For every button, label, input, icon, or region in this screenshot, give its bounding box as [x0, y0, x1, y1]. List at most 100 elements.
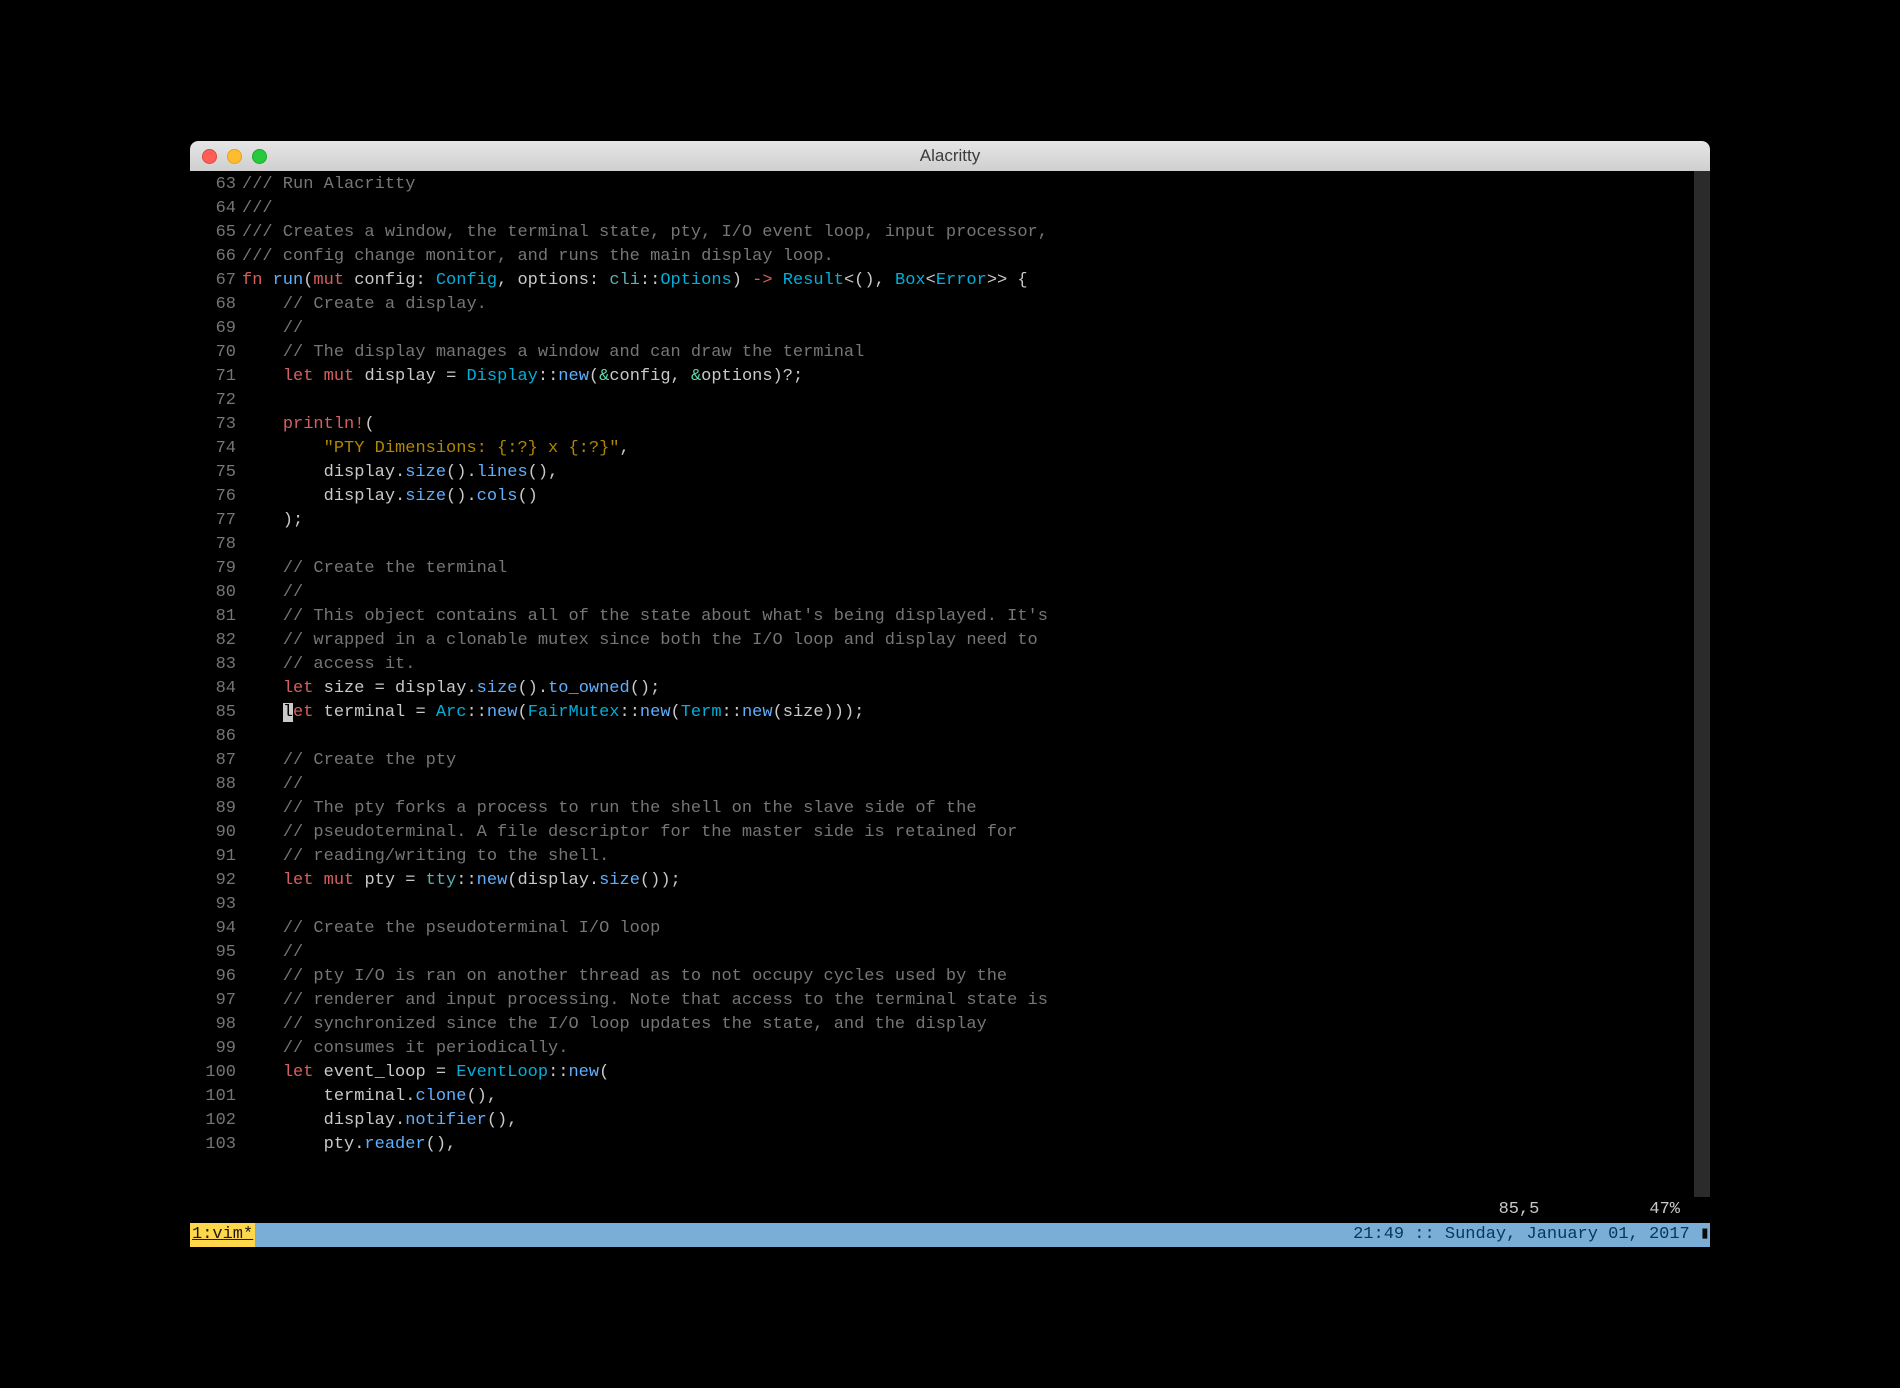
- code-line[interactable]: 86: [190, 725, 1694, 749]
- code-content[interactable]: // Create the pseudoterminal I/O loop: [242, 917, 660, 941]
- code-line[interactable]: 75 display.size().lines(),: [190, 461, 1694, 485]
- vim-statusline: 85,5 47%: [190, 1198, 1694, 1222]
- code-content[interactable]: println!(: [242, 413, 375, 437]
- code-content[interactable]: // This object contains all of the state…: [242, 605, 1048, 629]
- code-content[interactable]: //: [242, 581, 303, 605]
- line-number: 70: [190, 341, 242, 365]
- code-content[interactable]: // The display manages a window and can …: [242, 341, 864, 365]
- code-line[interactable]: 95 //: [190, 941, 1694, 965]
- code-line[interactable]: 67fn run(mut config: Config, options: cl…: [190, 269, 1694, 293]
- line-number: 72: [190, 389, 242, 413]
- code-line[interactable]: 92 let mut pty = tty::new(display.size()…: [190, 869, 1694, 893]
- close-icon[interactable]: [202, 149, 217, 164]
- line-number: 82: [190, 629, 242, 653]
- code-content[interactable]: //: [242, 773, 303, 797]
- code-line[interactable]: 103 pty.reader(),: [190, 1133, 1694, 1157]
- code-content[interactable]: pty.reader(),: [242, 1133, 456, 1157]
- code-line[interactable]: 85 let terminal = Arc::new(FairMutex::ne…: [190, 701, 1694, 725]
- code-line[interactable]: 99 // consumes it periodically.: [190, 1037, 1694, 1061]
- code-content[interactable]: let size = display.size().to_owned();: [242, 677, 660, 701]
- code-line[interactable]: 102 display.notifier(),: [190, 1109, 1694, 1133]
- code-line[interactable]: 64///: [190, 197, 1694, 221]
- code-line[interactable]: 68 // Create a display.: [190, 293, 1694, 317]
- line-number: 103: [190, 1133, 242, 1157]
- code-line[interactable]: 70 // The display manages a window and c…: [190, 341, 1694, 365]
- code-content[interactable]: /// Creates a window, the terminal state…: [242, 221, 1048, 245]
- code-line[interactable]: 71 let mut display = Display::new(&confi…: [190, 365, 1694, 389]
- code-content[interactable]: // Create the terminal: [242, 557, 507, 581]
- code-content[interactable]: fn run(mut config: Config, options: cli:…: [242, 269, 1028, 293]
- code-line[interactable]: 87 // Create the pty: [190, 749, 1694, 773]
- tmux-window-label[interactable]: 1:vim*: [190, 1223, 255, 1247]
- letterbox: Alacritty 63/// Run Alacritty64///65/// …: [0, 0, 1900, 1388]
- code-line[interactable]: 97 // renderer and input processing. Not…: [190, 989, 1694, 1013]
- terminal-viewport[interactable]: 63/// Run Alacritty64///65/// Creates a …: [190, 171, 1710, 1247]
- code-line[interactable]: 78: [190, 533, 1694, 557]
- code-content[interactable]: //: [242, 317, 303, 341]
- code-content[interactable]: );: [242, 509, 303, 533]
- code-content[interactable]: // pseudoterminal. A file descriptor for…: [242, 821, 1017, 845]
- code-line[interactable]: 98 // synchronized since the I/O loop up…: [190, 1013, 1694, 1037]
- code-content[interactable]: // Create a display.: [242, 293, 487, 317]
- code-content[interactable]: let event_loop = EventLoop::new(: [242, 1061, 609, 1085]
- code-line[interactable]: 82 // wrapped in a clonable mutex since …: [190, 629, 1694, 653]
- code-line[interactable]: 74 "PTY Dimensions: {:?} x {:?}",: [190, 437, 1694, 461]
- code-content[interactable]: // consumes it periodically.: [242, 1037, 568, 1061]
- code-content[interactable]: display.size().cols(): [242, 485, 538, 509]
- code-line[interactable]: 80 //: [190, 581, 1694, 605]
- code-content[interactable]: // pty I/O is ran on another thread as t…: [242, 965, 1007, 989]
- line-number: 64: [190, 197, 242, 221]
- code-content[interactable]: "PTY Dimensions: {:?} x {:?}",: [242, 437, 630, 461]
- code-line[interactable]: 63/// Run Alacritty: [190, 173, 1694, 197]
- titlebar[interactable]: Alacritty: [190, 141, 1710, 171]
- code-line[interactable]: 96 // pty I/O is ran on another thread a…: [190, 965, 1694, 989]
- code-content[interactable]: // renderer and input processing. Note t…: [242, 989, 1048, 1013]
- code-area[interactable]: 63/// Run Alacritty64///65/// Creates a …: [190, 171, 1694, 1197]
- code-line[interactable]: 72: [190, 389, 1694, 413]
- code-line[interactable]: 84 let size = display.size().to_owned();: [190, 677, 1694, 701]
- code-content[interactable]: ///: [242, 197, 273, 221]
- code-line[interactable]: 101 terminal.clone(),: [190, 1085, 1694, 1109]
- code-line[interactable]: 83 // access it.: [190, 653, 1694, 677]
- minimize-icon[interactable]: [227, 149, 242, 164]
- cursor: l: [283, 703, 293, 722]
- code-line[interactable]: 100 let event_loop = EventLoop::new(: [190, 1061, 1694, 1085]
- code-content[interactable]: // reading/writing to the shell.: [242, 845, 609, 869]
- code-content[interactable]: /// config change monitor, and runs the …: [242, 245, 834, 269]
- code-content[interactable]: // wrapped in a clonable mutex since bot…: [242, 629, 1038, 653]
- code-content[interactable]: // The pty forks a process to run the sh…: [242, 797, 977, 821]
- code-line[interactable]: 66/// config change monitor, and runs th…: [190, 245, 1694, 269]
- code-content[interactable]: let terminal = Arc::new(FairMutex::new(T…: [242, 701, 864, 725]
- code-line[interactable]: 76 display.size().cols(): [190, 485, 1694, 509]
- code-content[interactable]: let mut display = Display::new(&config, …: [242, 365, 803, 389]
- code-content[interactable]: // Create the pty: [242, 749, 456, 773]
- code-line[interactable]: 93: [190, 893, 1694, 917]
- code-line[interactable]: 77 );: [190, 509, 1694, 533]
- code-line[interactable]: 69 //: [190, 317, 1694, 341]
- code-content[interactable]: terminal.clone(),: [242, 1085, 497, 1109]
- line-number: 67: [190, 269, 242, 293]
- tmux-caret-icon: ▮: [1700, 1223, 1710, 1247]
- code-line[interactable]: 89 // The pty forks a process to run the…: [190, 797, 1694, 821]
- code-content[interactable]: /// Run Alacritty: [242, 173, 415, 197]
- code-content[interactable]: display.notifier(),: [242, 1109, 517, 1133]
- code-line[interactable]: 90 // pseudoterminal. A file descriptor …: [190, 821, 1694, 845]
- line-number: 71: [190, 365, 242, 389]
- line-number: 81: [190, 605, 242, 629]
- tmux-statusbar[interactable]: 1:vim* 21:49 :: Sunday, January 01, 2017…: [190, 1223, 1710, 1247]
- code-line[interactable]: 79 // Create the terminal: [190, 557, 1694, 581]
- code-line[interactable]: 73 println!(: [190, 413, 1694, 437]
- code-line[interactable]: 65/// Creates a window, the terminal sta…: [190, 221, 1694, 245]
- code-line[interactable]: 88 //: [190, 773, 1694, 797]
- code-line[interactable]: 91 // reading/writing to the shell.: [190, 845, 1694, 869]
- code-content[interactable]: display.size().lines(),: [242, 461, 558, 485]
- code-content[interactable]: // access it.: [242, 653, 415, 677]
- scrollbar[interactable]: [1694, 171, 1710, 1197]
- code-content[interactable]: // synchronized since the I/O loop updat…: [242, 1013, 987, 1037]
- code-content[interactable]: //: [242, 941, 303, 965]
- maximize-icon[interactable]: [252, 149, 267, 164]
- code-line[interactable]: 94 // Create the pseudoterminal I/O loop: [190, 917, 1694, 941]
- code-content[interactable]: let mut pty = tty::new(display.size());: [242, 869, 681, 893]
- line-number: 77: [190, 509, 242, 533]
- code-line[interactable]: 81 // This object contains all of the st…: [190, 605, 1694, 629]
